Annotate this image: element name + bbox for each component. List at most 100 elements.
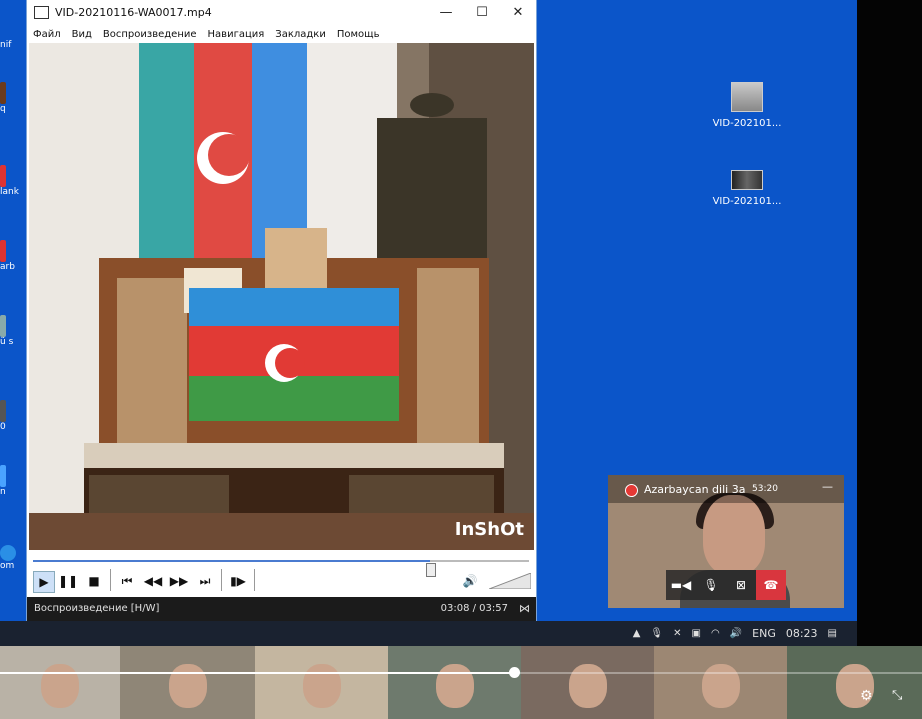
- volume-icon[interactable]: 🔊: [730, 628, 742, 639]
- end-call-button[interactable]: ☎: [756, 570, 786, 600]
- skip-back-icon: ⏮: [121, 574, 133, 588]
- video-scene: [29, 43, 534, 550]
- forward-icon: ▶▶: [169, 574, 189, 588]
- menu-help[interactable]: Помощь: [337, 29, 380, 40]
- desktop-left-label: 0: [0, 422, 6, 432]
- rewind-button[interactable]: ◀◀: [143, 571, 163, 591]
- network-icon[interactable]: ▣: [692, 628, 701, 639]
- play-button[interactable]: ▶: [33, 571, 55, 593]
- desktop-left-icon-4[interactable]: ü s: [0, 315, 22, 347]
- time-display: 03:08 / 03:57: [440, 603, 508, 614]
- call-header: Azarbaycan dili 3a 53:20 —: [608, 475, 844, 503]
- desktop-left-label: om: [0, 561, 15, 571]
- desktop-file-label: VID-202101...: [712, 118, 782, 129]
- participant-tile[interactable]: [0, 646, 120, 719]
- volume-slider[interactable]: [489, 573, 531, 589]
- video-watermark: InShOt: [454, 519, 524, 540]
- desktop-left-icon-7[interactable]: om: [0, 545, 22, 571]
- tools-icon[interactable]: ✕: [673, 628, 681, 639]
- minimize-call-button[interactable]: —: [822, 480, 833, 493]
- play-icon: ▶: [39, 575, 49, 589]
- meeting-progress-remaining: [513, 672, 922, 674]
- desktop-file-icon-2[interactable]: VID-202101...: [707, 170, 787, 207]
- video-frame[interactable]: InShOt: [29, 43, 534, 550]
- desktop-left-label: q: [0, 104, 6, 114]
- desktop-left-label[interactable]: nif: [0, 40, 22, 50]
- participant-face: [701, 664, 740, 708]
- participant-tile[interactable]: [255, 646, 388, 719]
- maximize-button[interactable]: ☐: [464, 5, 500, 20]
- black-margin: [857, 0, 922, 646]
- mic-button[interactable]: 🎙: [696, 570, 726, 600]
- participant-face: [568, 664, 607, 708]
- forward-button[interactable]: ▶▶: [169, 571, 189, 591]
- desktop-left-icon-5[interactable]: 0: [0, 400, 22, 432]
- participant-tile[interactable]: [388, 646, 521, 719]
- pause-button[interactable]: ❚❚: [58, 571, 78, 591]
- participant-tile[interactable]: [654, 646, 787, 719]
- desktop-left-icon-1[interactable]: q: [0, 82, 22, 114]
- gear-icon[interactable]: ⚙: [860, 688, 873, 704]
- collapse-icon[interactable]: ⤡: [892, 688, 902, 703]
- meeting-progress-bar[interactable]: [0, 672, 514, 674]
- status-text: Воспроизведение [H/W]: [34, 603, 160, 614]
- desktop-left-label: n: [0, 487, 6, 497]
- participants-strip: [0, 646, 922, 719]
- participant-tile[interactable]: [120, 646, 255, 719]
- controls-panel: ▶ ❚❚ ■ ⏮ ◀◀ ▶▶ ⏭ ▮▶ 🔊: [27, 551, 536, 597]
- call-title: Azarbaycan dili 3a: [644, 483, 746, 496]
- share-screen-button[interactable]: ⊠: [726, 570, 756, 600]
- participant-face: [41, 664, 79, 708]
- speaker-icon: 🔊: [462, 574, 478, 588]
- mute-button[interactable]: 🔊: [460, 571, 480, 591]
- desktop-left-label: ü s: [0, 337, 14, 347]
- video-file-icon: [731, 170, 763, 190]
- call-controls: ▬◀ 🎙 ⊠ ☎: [666, 570, 786, 600]
- screen-share-icon: ⊠: [735, 578, 747, 592]
- participant-face: [168, 664, 207, 708]
- language-indicator[interactable]: ENG: [752, 627, 776, 640]
- video-file-icon: [731, 82, 763, 112]
- frame-step-button[interactable]: ▮▶: [228, 571, 248, 591]
- pause-icon: ❚❚: [58, 574, 79, 588]
- menu-bookmarks[interactable]: Закладки: [275, 29, 326, 40]
- desktop-file-icon-1[interactable]: VID-202101...: [707, 82, 787, 129]
- chevron-up-icon[interactable]: ▲: [633, 628, 641, 639]
- participant-face: [703, 495, 765, 575]
- menu-view[interactable]: Вид: [72, 29, 92, 40]
- menu-playback[interactable]: Воспроизведение: [103, 29, 197, 40]
- microphone-icon: 🎙: [703, 578, 719, 592]
- next-button[interactable]: ⏭: [195, 571, 215, 591]
- menu-file[interactable]: Файл: [33, 29, 61, 40]
- system-tray: ▲ 🎙 ✕ ▣ ◠ 🔊 ENG 08:23 ▤: [633, 627, 837, 640]
- signal-icon: ⋈: [519, 602, 530, 615]
- desktop-file-label: VID-202101...: [712, 196, 782, 207]
- stop-button[interactable]: ■: [84, 571, 104, 591]
- seek-handle[interactable]: [425, 563, 436, 577]
- desktop-left-icon-2[interactable]: lank: [0, 165, 22, 197]
- minimize-button[interactable]: —: [428, 5, 464, 20]
- taskbar: ▲ 🎙 ✕ ▣ ◠ 🔊 ENG 08:23 ▤: [0, 621, 857, 646]
- media-player-window: VID-20210116-WA0017.mp4 — ☐ ✕ Файл Вид В…: [27, 0, 536, 622]
- desktop-left-icon-3[interactable]: arb: [0, 240, 22, 272]
- wifi-icon[interactable]: ◠: [711, 628, 720, 639]
- seek-bar[interactable]: [33, 560, 529, 577]
- notifications-icon[interactable]: ▤: [828, 628, 837, 639]
- menu-navigate[interactable]: Навигация: [208, 29, 265, 40]
- desktop-left-icon-6[interactable]: n: [0, 465, 22, 497]
- participant-tile[interactable]: [787, 646, 922, 719]
- clock[interactable]: 08:23: [786, 627, 818, 640]
- status-bar: Воспроизведение [H/W] 03:08 / 03:57 ⋈: [27, 597, 536, 622]
- microphone-icon[interactable]: 🎙: [650, 628, 663, 639]
- close-button[interactable]: ✕: [500, 5, 536, 20]
- title-bar[interactable]: VID-20210116-WA0017.mp4 — ☐ ✕: [27, 0, 536, 25]
- camera-icon: ▬◀: [670, 578, 692, 592]
- hang-up-icon: ☎: [763, 578, 779, 592]
- desktop-left-label: arb: [0, 262, 15, 272]
- participant-tile[interactable]: [521, 646, 654, 719]
- camera-button[interactable]: ▬◀: [666, 570, 696, 600]
- meeting-progress-handle[interactable]: [508, 667, 520, 678]
- prev-button[interactable]: ⏮: [117, 571, 137, 591]
- record-icon: [625, 484, 638, 497]
- video-call-panel[interactable]: Azarbaycan dili 3a 53:20 — ▬◀ 🎙 ⊠ ☎: [608, 475, 844, 608]
